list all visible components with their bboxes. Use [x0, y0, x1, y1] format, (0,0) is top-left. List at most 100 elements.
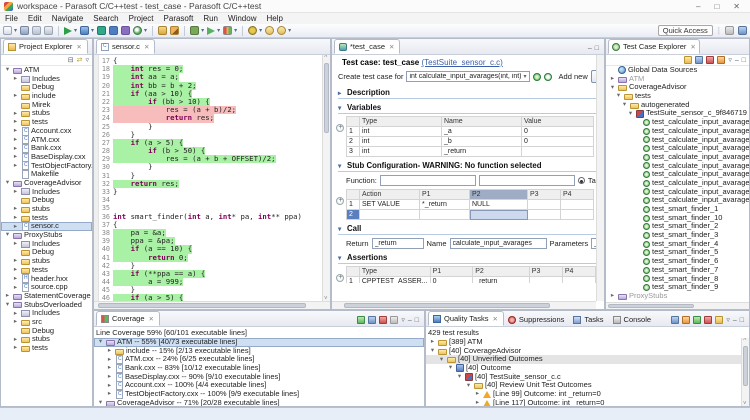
- expander-icon[interactable]: ▾: [4, 179, 11, 187]
- menu-help[interactable]: Help: [261, 14, 287, 23]
- open-perspective-icon[interactable]: [725, 26, 734, 35]
- function-input-1[interactable]: [380, 175, 476, 186]
- table-cell[interactable]: 0: [522, 127, 594, 137]
- table-cell[interactable]: _b: [442, 137, 522, 147]
- tab-quality-tasks[interactable]: Quality Tasks✕: [428, 311, 504, 326]
- tab-project-explorer[interactable]: Project Explorer ✕: [3, 39, 88, 54]
- run-menu-icon[interactable]: ▾: [217, 27, 220, 34]
- table-cell[interactable]: 1: [347, 277, 360, 284]
- table-cell[interactable]: [528, 200, 561, 210]
- expander-icon[interactable]: ▸: [12, 110, 19, 118]
- collapse-all-icon[interactable]: ⊟: [68, 56, 74, 64]
- column-header[interactable]: Action: [360, 190, 420, 200]
- expander-icon[interactable]: ▸: [12, 145, 19, 153]
- section-variables[interactable]: ▾ Variables: [338, 103, 596, 114]
- parasoft-c-icon[interactable]: [121, 26, 130, 35]
- expander-icon[interactable]: ▸: [12, 188, 19, 196]
- table-cell[interactable]: [562, 277, 595, 284]
- analyze-menu-icon[interactable]: ▾: [144, 27, 147, 34]
- minimize-view-icon[interactable]: –: [733, 317, 737, 324]
- maximize-view-icon[interactable]: □: [595, 45, 599, 52]
- expander-icon[interactable]: ▸: [12, 310, 19, 318]
- menu-edit[interactable]: Edit: [23, 14, 47, 23]
- table-row[interactable]: 2int_b0: [347, 137, 594, 147]
- tree-item[interactable]: test_smart_finder_9: [606, 283, 749, 292]
- section-description[interactable]: ▸ Description: [338, 88, 596, 99]
- debug-icon[interactable]: [190, 26, 199, 35]
- maximize-view-icon[interactable]: □: [415, 317, 419, 324]
- close-icon[interactable]: ✕: [144, 43, 149, 51]
- test-config-icon[interactable]: [80, 26, 89, 35]
- table-cell[interactable]: int: [360, 127, 442, 137]
- new-wizard-menu-icon[interactable]: ▾: [14, 27, 17, 34]
- add-row-icon[interactable]: [336, 274, 344, 282]
- maximize-view-icon[interactable]: □: [742, 57, 746, 64]
- print-icon[interactable]: [44, 26, 53, 35]
- column-header[interactable]: P3: [529, 267, 562, 277]
- section-stub-configuration[interactable]: ▾ Stub Configuration- WARNING: No functi…: [338, 161, 596, 172]
- table-cell[interactable]: 1: [347, 200, 360, 210]
- menu-file[interactable]: File: [0, 14, 23, 23]
- table-cell[interactable]: [561, 210, 594, 220]
- expander-icon[interactable]: ▾: [465, 382, 472, 390]
- expander-icon[interactable]: ▸: [12, 257, 19, 265]
- analyze-icon[interactable]: [133, 26, 142, 35]
- editor-hscrollbar[interactable]: [94, 301, 330, 309]
- assertions-table[interactable]: TypeP1P2P3P41CPPTEST_ASSER...0_return: [346, 266, 596, 283]
- coverage-icon[interactable]: [223, 26, 232, 35]
- section-assertions[interactable]: ▾ Assertions: [338, 253, 596, 264]
- expander-icon[interactable]: ▸: [609, 75, 616, 83]
- filter-icon[interactable]: [671, 316, 679, 324]
- table-cell[interactable]: 0: [522, 137, 594, 147]
- table-cell[interactable]: 2: [347, 137, 360, 147]
- view-menu-icon[interactable]: ▿: [728, 56, 732, 64]
- table-cell[interactable]: *_return: [420, 200, 470, 210]
- test-suite-link[interactable]: (TestSuite_sensor_c.c): [421, 58, 502, 67]
- table-cell[interactable]: CPPTEST_ASSER...: [359, 277, 430, 284]
- menu-window[interactable]: Window: [223, 14, 261, 23]
- expander-icon[interactable]: ▾: [4, 66, 11, 74]
- table-row[interactable]: 1SET VALUE*_returnNULL: [347, 200, 594, 210]
- table-cell[interactable]: [528, 210, 561, 220]
- column-header[interactable]: P4: [561, 190, 594, 200]
- expander-icon[interactable]: ▸: [106, 347, 113, 355]
- expander-icon[interactable]: ▸: [4, 292, 11, 300]
- table-cell[interactable]: [529, 277, 562, 284]
- refresh-icon[interactable]: [717, 56, 725, 64]
- expander-icon[interactable]: ▾: [429, 347, 436, 355]
- column-header[interactable]: [347, 190, 360, 200]
- expander-icon[interactable]: ▸: [106, 373, 113, 381]
- section-call[interactable]: ▾ Call: [338, 224, 596, 235]
- coverage-menu-icon[interactable]: ▾: [234, 27, 237, 34]
- column-header[interactable]: Type: [360, 117, 442, 127]
- filter-icon[interactable]: [390, 316, 398, 324]
- column-header[interactable]: Type: [359, 267, 430, 277]
- tree-item[interactable]: ▸tests: [1, 344, 92, 353]
- up-arrow-icon[interactable]: [682, 316, 690, 324]
- expander-icon[interactable]: ▸: [12, 240, 19, 248]
- save-all-icon[interactable]: [32, 26, 41, 35]
- editor-vscrollbar[interactable]: [322, 55, 330, 301]
- new-test-icon[interactable]: [695, 56, 703, 64]
- expander-icon[interactable]: ▾: [627, 110, 634, 118]
- expander-icon[interactable]: ▾: [338, 104, 344, 112]
- view-menu-icon[interactable]: ▿: [726, 316, 730, 324]
- generate-test-case-icon[interactable]: [544, 73, 552, 81]
- run-tests-icon[interactable]: [684, 56, 692, 64]
- expander-icon[interactable]: ▸: [12, 162, 19, 170]
- expander-icon[interactable]: ▸: [12, 266, 19, 274]
- column-header[interactable]: P3: [528, 190, 561, 200]
- tree-item[interactable]: ▾CoverageAdvisor -- 71% [20/28 executabl…: [94, 399, 424, 406]
- expander-icon[interactable]: ▸: [12, 127, 19, 135]
- close-icon[interactable]: ✕: [76, 43, 81, 51]
- table-cell[interactable]: [470, 210, 528, 220]
- expander-icon[interactable]: ▸: [12, 136, 19, 144]
- edit-icon[interactable]: [715, 316, 723, 324]
- expander-icon[interactable]: ▸: [106, 364, 113, 372]
- expander-icon[interactable]: ▸: [12, 205, 19, 213]
- maximize-icon[interactable]: □: [714, 2, 719, 11]
- expander-icon[interactable]: ▾: [621, 101, 628, 109]
- clear-coverage-icon[interactable]: [379, 316, 387, 324]
- column-header[interactable]: Name: [442, 117, 522, 127]
- expander-icon[interactable]: ▾: [338, 225, 344, 233]
